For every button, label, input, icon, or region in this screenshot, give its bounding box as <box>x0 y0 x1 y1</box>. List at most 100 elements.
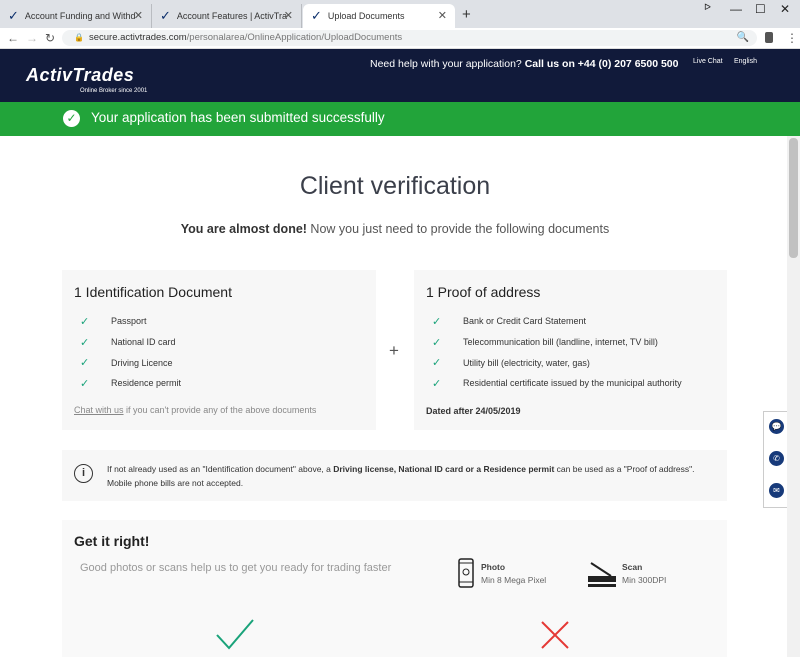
info-text-bold: Driving license, National ID card or a R… <box>333 464 555 474</box>
list-item: ✓ Driving Licence <box>80 352 181 373</box>
minimize-icon[interactable]: — <box>730 2 742 16</box>
help-text: Need help with your application? Call us… <box>370 58 679 70</box>
chat-bubble-icon[interactable]: 💬 <box>769 419 784 434</box>
url-domain: secure.activtrades.com <box>88 32 187 43</box>
check-icon: ✓ <box>80 357 90 370</box>
zoom-icon[interactable]: 🔍 <box>737 30 749 46</box>
success-banner: ✓ Your application has been submitted su… <box>0 102 800 136</box>
scan-label: Scan <box>622 562 643 572</box>
list-item: ✓ Telecommunication bill (landline, inter… <box>432 332 682 353</box>
activtrades-favicon-icon: ✓ <box>8 8 19 23</box>
chat-with-us-link[interactable]: Chat with us <box>74 405 124 415</box>
get-it-right-subtitle: Good photos or scans help us to get you … <box>80 562 392 574</box>
list-item-label: Driving Licence <box>111 357 173 368</box>
subtitle-rest: Now you just need to provide the followi… <box>306 222 610 236</box>
language-link[interactable]: English <box>734 58 757 65</box>
check-icon: ✓ <box>432 357 442 370</box>
proof-of-address-card: 1 Proof of address ✓ Bank or Credit Card … <box>414 270 727 430</box>
lock-icon: 🔒 <box>74 33 84 42</box>
info-text: If not already used as an "Identificatio… <box>107 462 717 490</box>
check-icon: ✓ <box>432 377 442 390</box>
menu-icon[interactable]: ⋮ <box>786 31 798 45</box>
close-icon[interactable]: ✕ <box>134 9 143 22</box>
list-item-label: National ID card <box>111 337 176 348</box>
list-item: ✓ Passport <box>80 311 181 332</box>
back-icon[interactable]: ← <box>7 31 19 45</box>
activtrades-favicon-icon: ✓ <box>160 8 171 23</box>
tab-account-features[interactable]: ✓ Account Features | ActivTrades ✕ <box>152 4 302 28</box>
profile-icon[interactable] <box>765 32 773 43</box>
activtrades-favicon-icon: ✓ <box>311 8 322 23</box>
help-phone[interactable]: Call us on +44 (0) 207 6500 500 <box>525 58 679 70</box>
scan-requirement: Min 300DPI <box>622 575 667 585</box>
list-item-label: Bank or Credit Card Statement <box>463 316 587 327</box>
photo-requirement: Min 8 Mega Pixel <box>481 575 547 585</box>
check-circle-icon: ✓ <box>63 110 80 127</box>
tab-title: Account Features | ActivTrades <box>176 11 287 21</box>
scrollbar-thumb[interactable] <box>789 138 798 258</box>
get-it-right-section: Get it right! Good photos or scans help … <box>62 520 727 657</box>
list-item-label: Residential certificate issued by the mu… <box>463 378 682 389</box>
close-icon[interactable]: ✕ <box>438 9 447 22</box>
list-item: ✓ National ID card <box>80 332 181 353</box>
chat-rest: if you can't provide any of the above do… <box>123 405 317 415</box>
list-item: ✓ Residence permit <box>80 373 181 394</box>
get-it-right-title: Get it right! <box>74 533 150 549</box>
identification-title: 1 Identification Document <box>74 284 232 300</box>
check-icon: ✓ <box>80 315 90 328</box>
chat-line: Chat with us if you can't provide any of… <box>74 405 316 415</box>
close-icon[interactable]: ✕ <box>284 9 293 22</box>
info-text-part: If not already used as an "Identificatio… <box>107 464 334 474</box>
tab-account-funding[interactable]: ✓ Account Funding and Withdrawal ✕ <box>0 4 152 28</box>
list-item-label: Utility bill (electricity, water, gas) <box>463 357 590 368</box>
scanner-icon <box>588 562 616 587</box>
check-icon: ✓ <box>432 336 442 349</box>
info-box: i If not already used as an "Identificat… <box>62 450 727 501</box>
check-icon: ✓ <box>80 336 90 349</box>
tab-title: Account Funding and Withdrawal <box>24 11 135 21</box>
url-path: /personalarea/OnlineApplication/UploadDo… <box>186 32 403 43</box>
plus-icon: + <box>389 341 399 360</box>
new-tab-icon[interactable]: + <box>462 6 471 23</box>
live-chat-link[interactable]: Live Chat <box>693 58 723 65</box>
list-item: ✓ Bank or Credit Card Statement <box>432 311 682 332</box>
forward-icon[interactable]: → <box>26 31 38 45</box>
email-icon[interactable]: ✉ <box>769 483 784 498</box>
maximize-icon[interactable]: ☐ <box>755 2 766 16</box>
success-message: Your application has been submitted succ… <box>91 110 385 125</box>
list-item: ✓ Residential certificate issued by the m… <box>432 373 682 394</box>
logo-text: ActivTrades <box>26 65 135 85</box>
list-item: ✓ Utility bill (electricity, water, gas) <box>432 352 682 373</box>
activtrades-logo[interactable]: ActivTrades Online Broker since 2001 <box>26 65 147 94</box>
list-item-label: Passport <box>111 316 147 327</box>
browser-tab-bar: ✓ Account Funding and Withdrawal ✕ ✓ Acc… <box>0 0 800 28</box>
identification-list: ✓ Passport ✓ National ID card ✓ Driving Lic… <box>80 311 181 394</box>
list-item-label: Residence permit <box>111 378 182 389</box>
tab-title: Upload Documents <box>327 11 405 21</box>
page-subtitle: You are almost done! Now you just need t… <box>0 222 790 236</box>
identification-card: 1 Identification Document ✓ Passport ✓ Nat… <box>62 270 376 430</box>
dated-after-text: Dated after 24/05/2019 <box>426 406 521 416</box>
subtitle-bold: You are almost done! <box>180 222 307 236</box>
tab-upload-documents[interactable]: ✓ Upload Documents ✕ <box>303 4 455 28</box>
help-prefix: Need help with your application? <box>370 58 522 70</box>
check-icon: ✓ <box>432 315 442 328</box>
media-icon[interactable]: ᐅ <box>704 2 711 13</box>
site-header: ActivTrades Online Broker since 2001 Nee… <box>0 49 800 102</box>
contact-rail: 💬 ✆ ✉ <box>763 411 787 508</box>
photo-label: Photo <box>481 562 506 572</box>
reload-icon[interactable]: ↻ <box>45 31 55 45</box>
check-icon: ✓ <box>80 377 90 390</box>
info-icon: i <box>74 464 93 483</box>
browser-toolbar: ← → ↻ 🔒 secure.activtrades.com/personalar… <box>0 28 800 49</box>
phone-icon[interactable]: ✆ <box>769 451 784 466</box>
window-close-icon[interactable]: ✕ <box>780 2 790 16</box>
proof-of-address-list: ✓ Bank or Credit Card Statement ✓ Telecomm… <box>432 311 682 394</box>
page-title: Client verification <box>299 172 491 200</box>
smartphone-icon <box>458 558 474 588</box>
proof-of-address-title: 1 Proof of address <box>426 284 541 300</box>
good-example-check-icon <box>216 619 254 650</box>
list-item-label: Telecommunication bill (landline, intern… <box>463 337 658 348</box>
bad-example-cross-icon <box>541 621 569 649</box>
address-bar[interactable]: 🔒 secure.activtrades.com/personalarea/Onl… <box>62 30 757 46</box>
